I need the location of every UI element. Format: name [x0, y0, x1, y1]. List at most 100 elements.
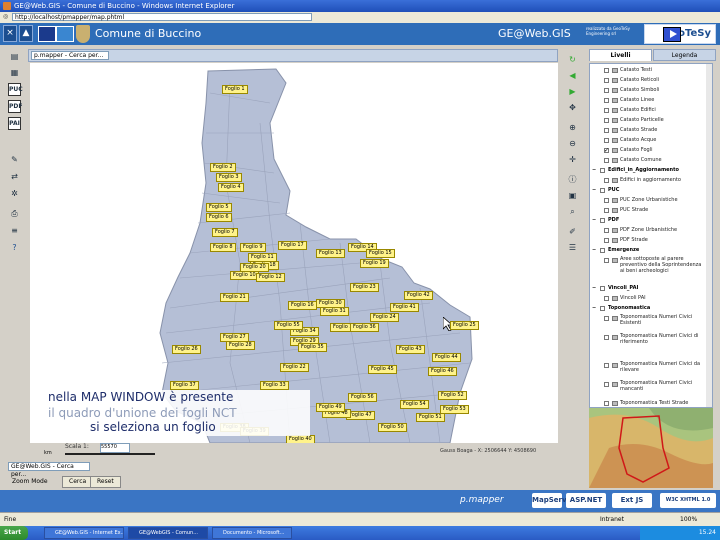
foglio-label[interactable]: Foglio 26: [172, 345, 201, 354]
layer-item[interactable]: Catasto Linee: [590, 96, 708, 106]
foglio-label[interactable]: Foglio 55: [274, 321, 303, 330]
foglio-label[interactable]: Foglio 49: [316, 403, 345, 412]
identify-icon[interactable]: ⓘ: [566, 173, 579, 186]
layer-checkbox[interactable]: [600, 306, 605, 311]
scale-input[interactable]: 55570: [100, 443, 130, 453]
foglio-label[interactable]: Foglio 3: [216, 173, 242, 182]
foglio-label[interactable]: Foglio 53: [440, 405, 469, 414]
zoom-in-icon[interactable]: ⊕: [566, 121, 579, 134]
foglio-label[interactable]: Foglio 5: [206, 203, 232, 212]
foglio-label[interactable]: Foglio 24: [370, 313, 399, 322]
foglio-label[interactable]: Foglio 52: [438, 391, 467, 400]
foglio-label[interactable]: Foglio 28: [226, 341, 255, 350]
layer-item[interactable]: Catasto Reticoli: [590, 76, 708, 86]
foglio-label[interactable]: Foglio 33: [260, 381, 289, 390]
layer-item[interactable]: Toponomastica Numeri Civici Esistenti: [590, 314, 708, 326]
collapse-icon[interactable]: −: [592, 186, 596, 195]
foglio-label[interactable]: Foglio 37: [170, 381, 199, 390]
reset-button[interactable]: Reset: [90, 476, 121, 488]
puc-button[interactable]: PUC: [8, 83, 23, 96]
foglio-label[interactable]: Foglio 22: [280, 363, 309, 372]
layer-item[interactable]: Toponomastica Testi Strade: [590, 399, 708, 407]
refresh-icon[interactable]: ↻: [566, 53, 579, 66]
task-gewebgis[interactable]: GE@WebGIS - Comun...: [128, 527, 208, 539]
layer-checkbox[interactable]: [600, 286, 605, 291]
layer-checkbox[interactable]: [600, 188, 605, 193]
transfer-icon[interactable]: ⇄: [8, 170, 21, 183]
layer-checkbox[interactable]: [604, 382, 609, 387]
foglio-label[interactable]: Foglio 19: [360, 259, 389, 268]
layer-checkbox[interactable]: [604, 363, 609, 368]
pan-icon[interactable]: ✛: [566, 153, 579, 166]
foglio-label[interactable]: Foglio 13: [316, 249, 345, 258]
foglio-label[interactable]: Foglio 43: [396, 345, 425, 354]
layer-checkbox[interactable]: [604, 198, 609, 203]
layer-item[interactable]: PDF Zone Urbanistiche: [590, 226, 708, 236]
layer-item[interactable]: Catasto Comune: [590, 156, 708, 166]
layer-item[interactable]: Catasto Testi: [590, 66, 708, 76]
foglio-label[interactable]: Foglio 7: [212, 228, 238, 237]
layer-checkbox[interactable]: [604, 296, 609, 301]
layer-group[interactable]: − PDF: [590, 216, 708, 226]
calendar-icon[interactable]: ▦: [8, 66, 21, 79]
layer-checkbox[interactable]: [604, 138, 609, 143]
foglio-label[interactable]: Foglio 35: [298, 343, 327, 352]
pdf-button[interactable]: PDF: [8, 100, 22, 113]
foglio-label[interactable]: Foglio 56: [348, 393, 377, 402]
map-window[interactable]: Foglio 1 Foglio 2 Foglio 3 Foglio 4 Foglio 5…: [30, 63, 558, 443]
layer-group[interactable]: − PUC: [590, 186, 708, 196]
foglio-label[interactable]: Foglio 51: [416, 413, 445, 422]
foglio-label[interactable]: Foglio 10: [230, 271, 259, 280]
foglio-label[interactable]: Foglio 4: [218, 183, 244, 192]
layer-item[interactable]: Toponomastica Numeri Civici da rilevare: [590, 361, 708, 373]
foglio-label[interactable]: Foglio 31: [320, 307, 349, 316]
layer-item[interactable]: Vincoli PAI: [590, 294, 708, 304]
layer-checkbox[interactable]: [604, 178, 609, 183]
foglio-label[interactable]: Foglio 21: [220, 293, 249, 302]
layer-item[interactable]: Toponomastica Numeri Civici di riferimen…: [590, 333, 708, 345]
close-panel-button[interactable]: ×: [3, 25, 17, 42]
foglio-label[interactable]: Foglio 12: [256, 273, 285, 282]
database-icon[interactable]: ≡: [8, 224, 21, 237]
layer-checkbox[interactable]: [604, 78, 609, 83]
search-icon[interactable]: ⌕: [566, 205, 579, 218]
layer-item[interactable]: Catasto Strade: [590, 126, 708, 136]
layer-checkbox[interactable]: [604, 68, 609, 73]
tab-livelli[interactable]: Livelli: [589, 49, 652, 61]
foglio-label[interactable]: Foglio 45: [368, 365, 397, 374]
collapse-icon[interactable]: −: [592, 304, 596, 313]
layer-group[interactable]: − Edifici_in_Aggiornamento: [590, 166, 708, 176]
layer-checkbox[interactable]: [604, 98, 609, 103]
foglio-label[interactable]: Foglio 20: [240, 263, 269, 272]
tab-legenda[interactable]: Legenda: [653, 49, 716, 61]
layout-icon[interactable]: ▤: [8, 50, 21, 63]
layer-checkbox[interactable]: [604, 228, 609, 233]
back-icon[interactable]: ◀: [566, 69, 579, 82]
layer-checkbox[interactable]: [600, 248, 605, 253]
foglio-label[interactable]: Foglio 17: [278, 241, 307, 250]
foglio-label[interactable]: Foglio 23: [350, 283, 379, 292]
layer-checkbox[interactable]: [604, 88, 609, 93]
layer-item[interactable]: Catasto Particelle: [590, 116, 708, 126]
layer-item[interactable]: Aree sottoposte al parere preventivo del…: [590, 256, 708, 274]
layer-item[interactable]: PUC Zone Urbanistiche: [590, 196, 708, 206]
layer-checkbox[interactable]: [604, 118, 609, 123]
play-icon[interactable]: [663, 27, 681, 42]
collapse-icon[interactable]: −: [592, 284, 596, 293]
foglio-label[interactable]: Foglio 40: [286, 435, 315, 443]
foglio-label[interactable]: Foglio 25: [450, 321, 479, 330]
layer-checkbox[interactable]: [604, 158, 609, 163]
foglio-label[interactable]: Foglio 2: [210, 163, 236, 172]
search-select[interactable]: p.mapper - Cerca per...: [31, 51, 109, 60]
foglio-label[interactable]: Foglio 42: [404, 291, 433, 300]
layer-item[interactable]: PUC Strade: [590, 206, 708, 216]
layer-checkbox[interactable]: [604, 316, 609, 321]
foglio-label[interactable]: Foglio 9: [240, 243, 266, 252]
edit-icon[interactable]: ✐: [566, 225, 579, 238]
start-button[interactable]: Start: [0, 526, 28, 540]
foglio-label[interactable]: Foglio 54: [400, 400, 429, 409]
task-ie[interactable]: GE@Web.GIS - Internet Ex...: [44, 527, 124, 539]
print-icon[interactable]: ⎙: [8, 207, 21, 220]
layer-group[interactable]: − Emergenze: [590, 246, 708, 256]
layer-checkbox[interactable]: [600, 218, 605, 223]
